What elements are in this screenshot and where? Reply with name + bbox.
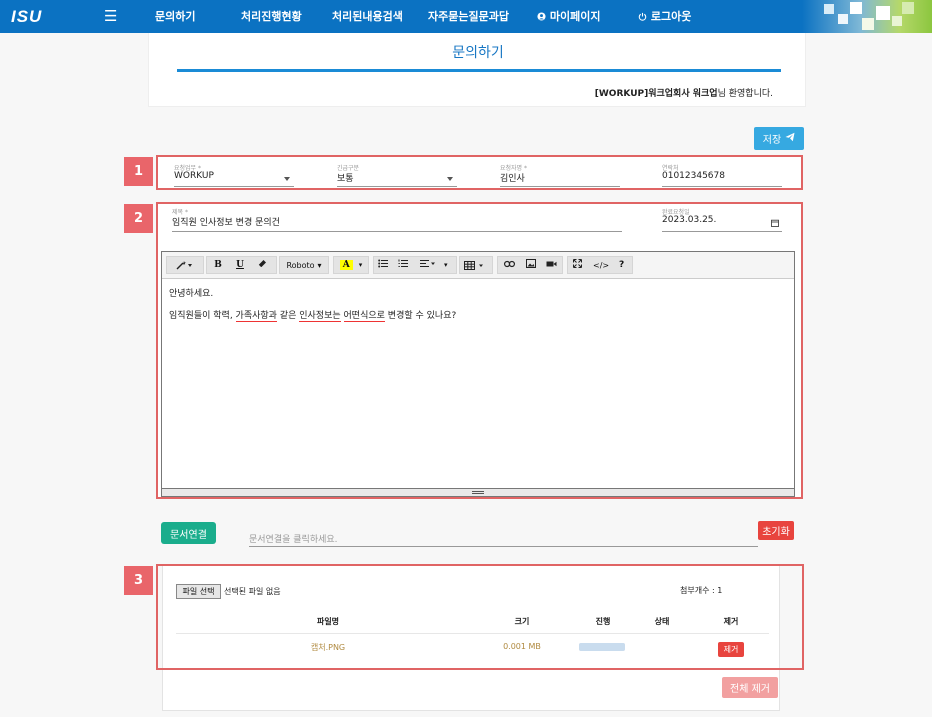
editor-line-1: 안녕하세요. xyxy=(169,289,214,299)
power-icon xyxy=(638,10,651,23)
text-color-icon: A xyxy=(339,260,353,270)
numbered-list-icon[interactable] xyxy=(398,259,408,271)
title-underline xyxy=(177,69,781,72)
editor-toolbar: B U Roboto ▾ A ▾ ▾ </> ? xyxy=(162,252,794,279)
magic-wand-icon[interactable] xyxy=(166,256,204,274)
nav-inquiry[interactable]: 문의하기 xyxy=(155,8,195,24)
menu-icon[interactable]: ☰ xyxy=(104,7,117,25)
page-header-card: 문의하기 [WORKUP]워크업회사 워크업님 환영합니다. xyxy=(148,33,806,107)
chevron-down-icon: ▾ xyxy=(358,261,363,269)
align-icon[interactable] xyxy=(420,259,438,271)
attachment-count: 첨부개수 : 1 xyxy=(680,586,723,595)
reset-button[interactable]: 초기화 xyxy=(758,521,794,540)
request-task-value: WORKUP xyxy=(174,171,214,181)
paragraph-group: ▾ xyxy=(373,256,457,274)
font-family-value: Roboto xyxy=(286,260,315,270)
video-icon[interactable] xyxy=(546,260,557,271)
editor-line-2: 임직원들이 학력, 가족사항과 같은 인사정보는 어떤식으로 변경할 수 있나요… xyxy=(169,311,457,322)
page-title: 문의하기 xyxy=(452,45,504,61)
send-icon xyxy=(785,132,795,145)
header-decoration xyxy=(802,0,932,33)
request-task-select[interactable]: 요청업무 * WORKUP xyxy=(174,163,294,187)
save-button[interactable]: 저장 xyxy=(754,127,804,150)
text-color-button[interactable]: A ▾ xyxy=(333,256,369,274)
table-icon[interactable] xyxy=(459,256,493,274)
section-badge-3: 3 xyxy=(124,566,153,595)
document-link-input[interactable]: 문서연결을 클릭하세요. xyxy=(249,531,758,547)
view-group: </> ? xyxy=(567,256,633,274)
nav-mypage-label: 마이페이지 xyxy=(549,10,601,23)
upload-progress-bar xyxy=(579,643,625,651)
attachment-panel xyxy=(156,564,804,670)
due-date-value: 2023.03.25. xyxy=(662,215,717,225)
table-divider xyxy=(176,633,769,634)
file-name-cell[interactable]: 캡처.PNG xyxy=(290,642,366,653)
contact-value: 01012345678 xyxy=(662,171,725,181)
help-button[interactable]: ? xyxy=(619,260,624,270)
save-label: 저장 xyxy=(762,135,782,146)
chevron-down-icon: ▾ xyxy=(444,261,448,269)
urgency-select[interactable]: 긴급구분 보통 xyxy=(337,163,457,187)
file-size-cell: 0.001 MB xyxy=(503,642,541,651)
isu-logo[interactable]: ISU xyxy=(11,7,42,27)
section-badge-1: 1 xyxy=(124,157,153,186)
insert-group xyxy=(497,256,563,274)
chevron-down-icon xyxy=(284,177,290,181)
remove-all-button[interactable]: 전체 제거 xyxy=(722,677,778,698)
eraser-icon[interactable] xyxy=(255,259,269,271)
contact-field[interactable]: 연락처 01012345678 xyxy=(662,163,782,187)
bullet-list-icon[interactable] xyxy=(378,259,388,271)
welcome-message: [WORKUP]워크업회사 워크업님 환영합니다. xyxy=(595,86,773,99)
nav-search[interactable]: 처리된내용검색 xyxy=(332,8,403,24)
nav-faq[interactable]: 자주묻는질문과답 xyxy=(428,8,509,24)
grip-icon xyxy=(472,491,484,494)
section-badge-2: 2 xyxy=(124,204,153,233)
urgency-value: 보통 xyxy=(337,174,354,184)
upload-progress-fill xyxy=(579,643,625,651)
due-date-field[interactable]: 완료요청일 2023.03.25. xyxy=(662,207,782,232)
subject-value: 임직원 인사정보 변경 문의건 xyxy=(172,218,280,228)
requester-name-value: 김인사 xyxy=(500,174,525,184)
column-header-remove: 제거 xyxy=(723,617,739,626)
user-icon xyxy=(537,10,550,23)
code-view-button[interactable]: </> xyxy=(593,261,609,270)
font-family-dropdown[interactable]: Roboto ▾ xyxy=(279,256,329,274)
column-header-size: 크기 xyxy=(514,617,530,626)
nav-logout[interactable]: 로그아웃 xyxy=(638,8,691,24)
fullscreen-icon[interactable] xyxy=(573,259,582,271)
nav-progress[interactable]: 처리진행현황 xyxy=(241,8,302,24)
request-info-panel: 요청업무 * WORKUP 긴급구분 보통 요청자명 * 김인사 연락처 010… xyxy=(156,155,803,190)
column-header-progress: 진행 xyxy=(595,617,611,626)
column-header-filename: 파일명 xyxy=(316,617,340,626)
chevron-down-icon: ▾ xyxy=(317,260,322,270)
nav-mypage[interactable]: 마이페이지 xyxy=(537,8,600,24)
editor-resize-handle[interactable] xyxy=(162,488,794,496)
file-select-button[interactable]: 파일 선택 xyxy=(176,584,221,599)
bold-button[interactable]: B xyxy=(211,260,225,270)
chevron-down-icon xyxy=(447,177,453,181)
top-nav-bar: ISU ☰ 문의하기 처리진행현황 처리된내용검색 자주묻는질문과답 마이페이지… xyxy=(0,0,932,33)
remove-file-button[interactable]: 제거 xyxy=(718,642,744,657)
subject-field[interactable]: 제목 * 임직원 인사정보 변경 문의건 xyxy=(172,207,622,232)
link-icon[interactable] xyxy=(504,260,516,271)
rich-text-editor[interactable]: B U Roboto ▾ A ▾ ▾ </> ? 안녕하세요. 임직원들이 학력… xyxy=(161,251,795,497)
calendar-icon[interactable] xyxy=(771,217,779,230)
underline-button[interactable]: U xyxy=(233,260,247,270)
file-none-text: 선택된 파일 없음 xyxy=(224,587,281,596)
image-icon[interactable] xyxy=(526,259,536,271)
welcome-suffix: 님 환영합니다. xyxy=(717,89,773,99)
welcome-user: [WORKUP]워크업회사 워크업 xyxy=(594,89,718,99)
requester-name-field[interactable]: 요청자명 * 김인사 xyxy=(500,163,620,187)
column-header-status: 상태 xyxy=(654,617,670,626)
document-link-button[interactable]: 문서연결 xyxy=(161,522,216,544)
format-group: B U xyxy=(206,256,277,274)
nav-logout-label: 로그아웃 xyxy=(650,10,692,23)
